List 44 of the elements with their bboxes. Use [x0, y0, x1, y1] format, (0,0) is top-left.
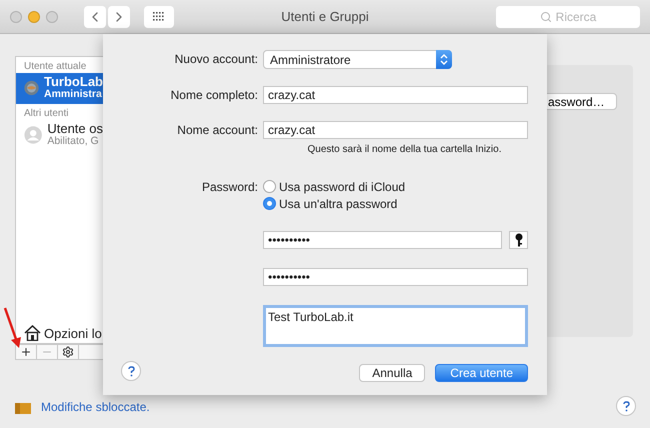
key-button[interactable]	[509, 231, 528, 249]
window-title: Utenti e Gruppi	[281, 9, 369, 24]
user-name: TurboLab	[44, 75, 103, 88]
field-hint: Questo sarà il nome della tua cartella Inizio.	[306, 144, 502, 155]
radio-option[interactable]: Usa password di iCloud	[263, 178, 528, 195]
back-button[interactable]	[84, 6, 106, 28]
section-header: Utente attuale	[23, 60, 88, 73]
user-item[interactable]: TurboLab Amministra	[16, 73, 103, 104]
login-options-item[interactable]: Opzioni lo	[16, 325, 103, 343]
lock-icon[interactable]	[15, 400, 31, 414]
password-field[interactable]: ••••••••••	[263, 231, 502, 249]
field-label: Password:	[200, 179, 258, 194]
question-mark-icon	[622, 400, 630, 412]
help-button[interactable]	[121, 361, 141, 381]
radio-dot-icon	[267, 201, 272, 206]
stepper-icon	[440, 54, 448, 65]
field-label: Nome account:	[176, 122, 258, 137]
lock-link[interactable]: Modifiche sbloccate.	[41, 400, 150, 414]
user-role: Abilitato, G	[47, 135, 100, 148]
help-button[interactable]	[616, 396, 636, 416]
key-icon	[514, 233, 522, 247]
field-label: Nome completo:	[170, 87, 258, 102]
password-field[interactable]: ••••••••••	[263, 268, 528, 286]
cancel-button[interactable]: Annulla	[359, 364, 426, 382]
settings-icon	[62, 346, 74, 358]
account-type-popup[interactable]: Amministratore	[263, 50, 452, 69]
search-icon	[540, 10, 552, 22]
radio-option[interactable]: Usa un'altra password	[263, 195, 528, 212]
question-mark-icon	[128, 366, 134, 376]
field-label: Nuovo account:	[174, 51, 258, 66]
grid-icon	[153, 12, 165, 22]
section-header: Altri utenti	[23, 107, 70, 120]
annotation-arrow-icon	[2, 306, 22, 350]
hint-text-area[interactable]: Test TurboLab.it	[263, 305, 528, 347]
user-name: Utente os	[47, 122, 103, 135]
show-all-button[interactable]	[144, 6, 174, 28]
user-item[interactable]: Utente os Abilitato, G	[16, 120, 103, 151]
input-field[interactable]: crazy.cat	[263, 121, 528, 139]
house-icon	[24, 325, 41, 341]
user-silhouette-icon	[24, 125, 42, 145]
user-role: Amministra	[44, 88, 103, 101]
forward-button[interactable]	[108, 6, 130, 28]
plus-icon	[20, 346, 32, 358]
input-field[interactable]: crazy.cat	[263, 86, 528, 104]
